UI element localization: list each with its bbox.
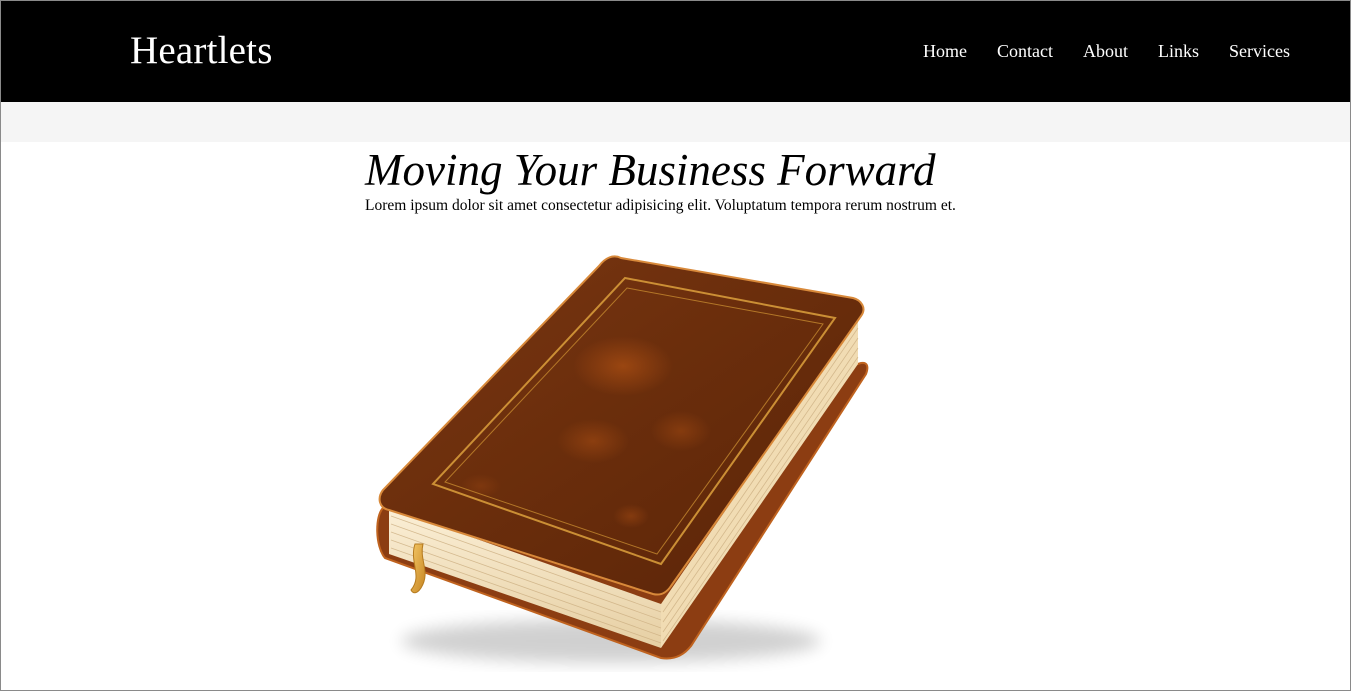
book-icon [376,255,869,663]
brand-logo[interactable]: Heartlets [130,28,273,74]
book-illustration [361,246,881,676]
nav-link-contact[interactable]: Contact [997,41,1053,61]
header-band [1,102,1350,142]
page: Heartlets Home Contact About Links Servi… [0,0,1351,691]
nav-menu: Home Contact About Links Services [923,40,1290,62]
hero-title: Moving Your Business Forward [365,145,936,195]
nav-item-links: Links [1158,40,1199,62]
nav-item-contact: Contact [997,40,1053,62]
nav-link-services[interactable]: Services [1229,41,1290,61]
nav-link-about[interactable]: About [1083,41,1128,61]
nav-item-services: Services [1229,40,1290,62]
nav-item-home: Home [923,40,967,62]
navbar: Heartlets Home Contact About Links Servi… [1,1,1350,102]
nav-link-home[interactable]: Home [923,41,967,61]
nav-item-about: About [1083,40,1128,62]
nav-link-links[interactable]: Links [1158,41,1199,61]
hero-text: Lorem ipsum dolor sit amet consectetur a… [365,197,956,214]
